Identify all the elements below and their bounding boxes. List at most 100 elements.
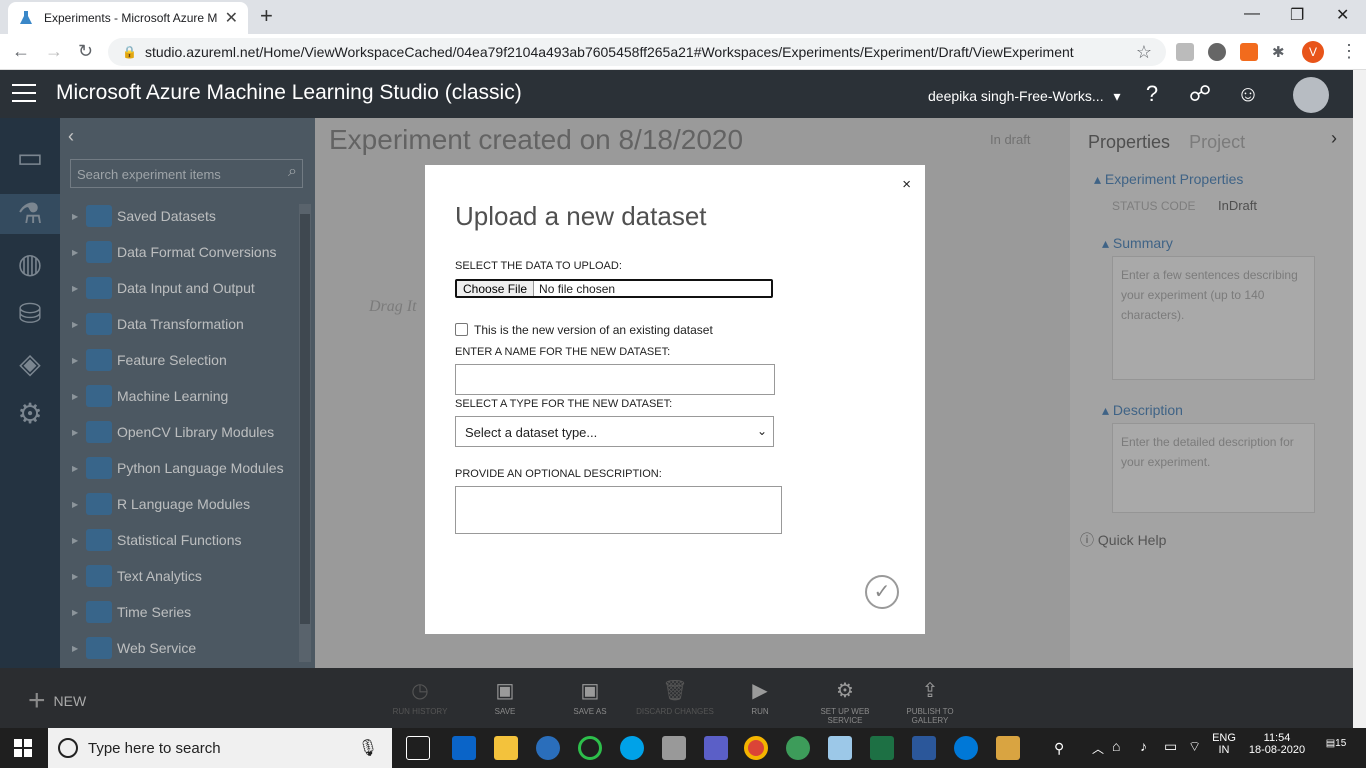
description-label: PROVIDE AN OPTIONAL DESCRIPTION: — [455, 468, 662, 480]
run-icon: ▶ — [752, 680, 768, 702]
help-icon[interactable]: ? — [1138, 80, 1166, 108]
restore-icon[interactable]: ❐ — [1290, 5, 1304, 25]
task-view-icon[interactable] — [406, 736, 430, 760]
dataset-name-input[interactable] — [455, 364, 775, 395]
extensions-puzzle-icon[interactable]: ✱ — [1272, 43, 1290, 61]
command-button[interactable]: ▣ SAVE — [465, 678, 545, 716]
save-icon: ▣ — [495, 680, 515, 702]
new-label: NEW — [53, 693, 87, 709]
language-indicator[interactable]: ENG IN — [1212, 732, 1236, 756]
tray-chevron-icon[interactable]: ︿ — [1092, 740, 1104, 757]
edge-icon[interactable] — [954, 736, 978, 760]
green-app-icon[interactable] — [578, 736, 602, 760]
save-as-icon: ▣ — [580, 680, 600, 702]
command-label: PUBLISH TO GALLERY — [906, 707, 954, 725]
outlook-icon[interactable] — [452, 736, 476, 760]
skype-icon[interactable] — [620, 736, 644, 760]
browser-tab[interactable]: Experiments - Microsoft Azure M ✕ — [8, 2, 248, 34]
plus-icon: + — [28, 684, 46, 717]
command-button[interactable]: ⇪ PUBLISH TO GALLERY — [890, 678, 970, 725]
tab-title: Experiments - Microsoft Azure M — [44, 11, 218, 25]
page-scrollbar[interactable] — [1353, 70, 1366, 728]
command-label: RUN — [751, 707, 769, 716]
dialog-title: Upload a new dataset — [455, 201, 707, 231]
profile-avatar[interactable]: V — [1302, 41, 1324, 63]
notifications-icon[interactable]: ▤15 — [1322, 738, 1350, 749]
command-label: RUN HISTORY — [392, 707, 448, 716]
windows-start-icon[interactable] — [14, 739, 32, 757]
command-button[interactable]: 🗑 DISCARD CHANGES — [635, 678, 715, 716]
file-input[interactable]: Choose File No file chosen — [455, 279, 773, 298]
keyboard-app-icon[interactable] — [662, 736, 686, 760]
volume-icon[interactable]: ♪ — [1140, 738, 1147, 754]
lock-icon: 🔒 — [122, 45, 137, 59]
user-avatar[interactable] — [1293, 77, 1329, 113]
close-tab-icon[interactable]: ✕ — [225, 8, 238, 28]
taskbar-search[interactable]: Type here to search 🎙 — [48, 728, 392, 768]
search-circle-icon — [58, 738, 78, 758]
url-field[interactable]: 🔒 studio.azureml.net/Home/ViewWorkspaceC… — [108, 38, 1166, 66]
command-button[interactable]: ▣ SAVE AS — [550, 678, 630, 716]
chrome-icon[interactable] — [744, 736, 768, 760]
command-label: SAVE AS — [573, 707, 607, 716]
excel-icon[interactable] — [870, 736, 894, 760]
reload-icon[interactable]: ↻ — [78, 41, 93, 62]
new-version-label[interactable]: This is the new version of an existing d… — [474, 323, 713, 337]
new-button[interactable]: + NEW — [28, 684, 86, 718]
command-button[interactable]: ⚙ SET UP WEB SERVICE — [805, 678, 885, 725]
extension-circle-icon[interactable] — [1208, 43, 1226, 61]
command-bar: + NEW ◷ RUN HISTORY ▣ SAVE ▣ SAVE AS 🗑 DISCARD … — [0, 668, 1353, 728]
select-data-label: SELECT THE DATA TO UPLOAD: — [455, 260, 622, 272]
taskbar-search-text: Type here to search — [88, 739, 221, 757]
close-dialog-icon[interactable]: × — [902, 176, 911, 193]
publish-icon: ⇪ — [921, 680, 939, 702]
microphone-icon[interactable]: 🎙 — [358, 738, 378, 758]
command-label: SAVE — [494, 707, 516, 716]
extension-icon[interactable] — [1176, 43, 1194, 61]
description-textarea[interactable] — [455, 486, 782, 534]
community-icon[interactable]: ☍ — [1186, 80, 1214, 108]
choose-file-button[interactable]: Choose File — [457, 281, 535, 296]
bookmark-star-icon[interactable]: ☆ — [1136, 42, 1152, 63]
workspace-selector[interactable]: deepika singh-Free-Works... ▾ — [928, 88, 1121, 105]
file-explorer-icon[interactable] — [494, 736, 518, 760]
app-header: Microsoft Azure Machine Learning Studio … — [0, 70, 1353, 118]
run-history-icon: ◷ — [411, 680, 429, 702]
wifi-icon[interactable]: ⌔ — [1188, 738, 1201, 756]
people-icon[interactable]: ⚲ — [1054, 740, 1064, 757]
new-version-checkbox[interactable] — [455, 323, 468, 336]
upload-dataset-dialog: × Upload a new dataset SELECT THE DATA T… — [425, 165, 925, 634]
teams-icon[interactable] — [704, 736, 728, 760]
taskbar: Type here to search 🎙 ⚲ ︿ ⌂ ♪ ▭ ⌔ ENG IN… — [0, 728, 1366, 768]
discard-icon: 🗑 — [662, 680, 688, 702]
extension-orange-icon[interactable] — [1240, 43, 1258, 61]
feedback-smiley-icon[interactable]: ☺ — [1234, 80, 1262, 108]
browser-tabbar: Experiments - Microsoft Azure M ✕ + — ❐ … — [0, 0, 1366, 34]
word-icon[interactable] — [912, 736, 936, 760]
back-icon[interactable]: ← — [12, 41, 30, 62]
ok-checkmark-button[interactable]: ✓ — [865, 575, 899, 609]
clock[interactable]: 11:54 18-08-2020 — [1244, 732, 1310, 756]
browser-menu-icon[interactable]: ⋮ — [1340, 41, 1358, 62]
type-label: SELECT A TYPE FOR THE NEW DATASET: — [455, 398, 673, 410]
forward-icon[interactable]: → — [45, 41, 63, 62]
network-icon[interactable]: ⌂ — [1112, 738, 1120, 754]
command-button[interactable]: ▶ RUN — [720, 678, 800, 716]
new-tab-button[interactable]: + — [260, 5, 273, 27]
hamburger-menu-icon[interactable] — [12, 84, 36, 102]
workspace-name: deepika singh-Free-Works... — [928, 88, 1104, 104]
command-label: SET UP WEB SERVICE — [820, 707, 870, 725]
chevron-down-icon: ▾ — [1113, 88, 1121, 104]
name-label: ENTER A NAME FOR THE NEW DATASET: — [455, 346, 671, 358]
paint-icon[interactable] — [996, 736, 1020, 760]
minimize-icon[interactable]: — — [1244, 5, 1260, 23]
address-bar: ← → ↻ 🔒 studio.azureml.net/Home/ViewWork… — [0, 34, 1366, 70]
app-title: Microsoft Azure Machine Learning Studio … — [56, 81, 522, 104]
close-window-icon[interactable]: ✕ — [1336, 5, 1349, 25]
dataset-type-select[interactable]: Select a dataset type... ⌄ — [455, 416, 774, 447]
command-button[interactable]: ◷ RUN HISTORY — [380, 678, 460, 716]
globe-app-icon[interactable] — [786, 736, 810, 760]
r-app-icon[interactable] — [536, 736, 560, 760]
battery-icon[interactable]: ▭ — [1164, 738, 1177, 755]
app-icon[interactable] — [828, 736, 852, 760]
